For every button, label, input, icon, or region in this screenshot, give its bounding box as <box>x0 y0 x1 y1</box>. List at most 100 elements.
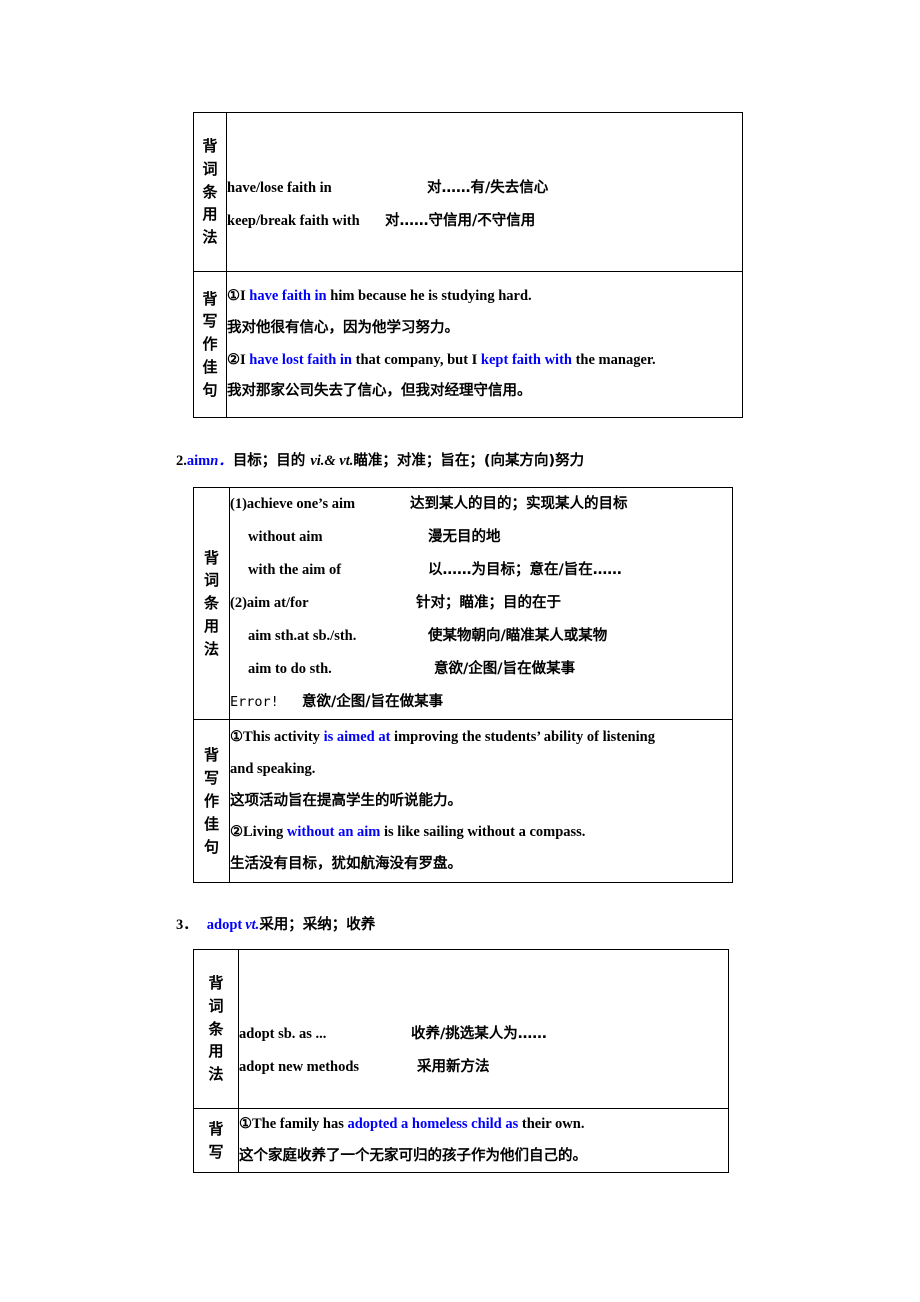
label-char: 词 <box>202 159 218 178</box>
usage-phrase: (1)achieve one’s aim <box>230 496 356 512</box>
heading-number: 3． <box>176 917 198 933</box>
label-char: 词 <box>203 571 219 590</box>
heading-meaning-2: 瞄准；对准；旨在；(向某方向)努力 <box>353 453 585 469</box>
sentences-cell: ①This activity is aimed at improving the… <box>229 719 733 884</box>
usage-phrase: (2)aim at/for <box>230 595 309 612</box>
usage-phrase: adopt new methods <box>239 1059 360 1075</box>
usage-cell: adopt sb. as ... 收养/挑选某人为…… adopt new met… <box>238 949 729 1109</box>
usage-meaning: 收养/挑选某人为…… <box>411 1025 547 1042</box>
label-char: 写 <box>208 1142 224 1161</box>
sentence-post: him because he is studying hard. <box>326 288 532 305</box>
heading-meaning-1: 目标；目的 <box>232 453 306 469</box>
sentence-marker: ① <box>230 729 243 746</box>
document-page: 背 词 条 用 法 have/lose faith in 对……有/失去信心 ke… <box>0 0 920 1302</box>
sentences-cell: ①I have faith in him because he is study… <box>226 271 743 418</box>
usage-line: aim sth.at sb./sth. 使某物朝向/瞄准某人或某物 <box>230 620 732 653</box>
entry-heading-adopt: 3． adopt vt.采用；采纳；收养 <box>176 913 375 934</box>
usage-meaning: 以……为目标；意在/旨在…… <box>428 562 622 579</box>
usage-line: have/lose faith in 对……有/失去信心 <box>227 172 742 205</box>
table-row: 背 写 作 佳 句 ①I have faith in him because h… <box>193 271 743 418</box>
usage-phrase: with the aim of <box>248 562 342 579</box>
heading-word: aim <box>186 453 211 469</box>
table-row: 背 词 条 用 法 (1)achieve one’s aim 达到某人的目的；实现… <box>193 486 733 721</box>
table-row: 背 词 条 用 法 adopt sb. as ... 收养/挑选某人为…… ado… <box>193 949 729 1109</box>
label-char: 佳 <box>203 814 219 833</box>
usage-meaning: 达到某人的目的；实现某人的目标 <box>410 496 628 512</box>
row-label-usage: 背 词 条 用 法 <box>193 112 227 272</box>
sentence-highlight: have faith in <box>249 288 327 305</box>
label-char: 用 <box>202 205 218 224</box>
usage-meaning: 对……有/失去信心 <box>427 179 549 196</box>
usage-phrase: aim to do sth. <box>248 661 332 678</box>
heading-pos: vt. <box>245 917 260 933</box>
heading-pos: n． <box>210 453 233 469</box>
example-translation: 这个家庭收养了一个无家可归的孩子作为他们自己的。 <box>239 1147 587 1164</box>
sentence-highlight: is aimed at <box>323 729 391 746</box>
usage-meaning: 漫无目的地 <box>428 529 501 546</box>
sentence-highlight-2: kept faith with <box>480 351 572 368</box>
word-entry-table-aim: 背 词 条 用 法 (1)achieve one’s aim 达到某人的目的；实现… <box>193 486 733 884</box>
usage-phrase: aim sth.at sb./sth. <box>248 628 357 645</box>
word-entry-table-faith: 背 词 条 用 法 have/lose faith in 对……有/失去信心 ke… <box>193 112 743 418</box>
usage-line: aim to do sth. 意欲/企图/旨在做某事 <box>230 653 732 686</box>
example-sentence: ①I have faith in him because he is study… <box>227 281 742 313</box>
label-char: 条 <box>202 182 218 201</box>
sentence-marker: ② <box>227 351 240 368</box>
sentence-post: the manager. <box>571 351 656 368</box>
sentence-post: their own. <box>518 1116 585 1132</box>
usage-line: with the aim of 以……为目标；意在/旨在…… <box>230 554 732 587</box>
example-translation: 我对那家公司失去了信心，但我对经理守信用。 <box>227 383 532 400</box>
heading-pos-2: vi.& vt. <box>310 453 354 469</box>
word-entry-table-adopt: 背 词 条 用 法 adopt sb. as ... 收养/挑选某人为…… ado… <box>193 949 729 1174</box>
sentence-marker: ① <box>239 1116 252 1132</box>
usage-line: (1)achieve one’s aim 达到某人的目的；实现某人的目标 <box>230 488 732 521</box>
sentence-post: is like sailing without a compass. <box>380 824 586 841</box>
example-translation: 我对他很有信心，因为他学习努力。 <box>227 319 459 336</box>
example-translation: 生活没有目标，犹如航海没有罗盘。 <box>230 855 462 872</box>
label-char: 佳 <box>202 357 218 376</box>
label-char: 写 <box>202 312 218 331</box>
label-char: 句 <box>203 837 219 856</box>
sentence-marker: ① <box>227 288 240 305</box>
table-row: 背 写 ①The family has adopted a homeless c… <box>193 1107 729 1174</box>
sentence-highlight: have lost faith in <box>249 351 352 368</box>
usage-line: keep/break faith with 对……守信用/不守信用 <box>227 205 742 238</box>
usage-phrase: without aim <box>248 529 323 546</box>
example-sentence: ②Living without an aim is like sailing w… <box>230 817 732 849</box>
label-char: 条 <box>203 594 219 613</box>
usage-meaning: 意欲/企图/旨在做某事 <box>434 661 576 678</box>
usage-meaning: 采用新方法 <box>417 1059 490 1075</box>
usage-cell: have/lose faith in 对……有/失去信心 keep/break f… <box>226 112 743 272</box>
label-char: 背 <box>208 974 224 992</box>
example-sentence: ①This activity is aimed at improving the… <box>230 722 732 754</box>
sentence-mid: that company, but I <box>352 351 481 368</box>
usage-phrase: adopt sb. as ... <box>239 1025 327 1042</box>
heading-word: adopt <box>206 917 243 933</box>
label-char: 法 <box>202 228 218 247</box>
heading-number: 2. <box>176 453 187 469</box>
label-char: 条 <box>208 1019 224 1038</box>
label-char: 法 <box>203 639 219 658</box>
row-label-sentences: 背 写 作 佳 句 <box>193 271 227 418</box>
usage-cell: (1)achieve one’s aim 达到某人的目的；实现某人的目标 with… <box>229 486 733 721</box>
usage-meaning: 使某物朝向/瞄准某人或某物 <box>428 628 608 645</box>
label-char: 作 <box>203 791 219 810</box>
label-char: 写 <box>203 769 219 788</box>
example-translation: 这项活动旨在提高学生的听说能力。 <box>230 792 462 809</box>
sentence-highlight: adopted a homeless child as <box>347 1116 519 1132</box>
label-char: 用 <box>203 617 219 636</box>
row-label-usage: 背 词 条 用 法 <box>193 949 239 1109</box>
label-char: 句 <box>202 380 218 399</box>
usage-phrase: have/lose faith in <box>227 179 332 196</box>
row-label-sentences: 背 写 <box>193 1107 239 1174</box>
usage-line: (2)aim at/for 针对；瞄准；目的在于 <box>230 587 732 620</box>
sentence-marker: ② <box>230 824 243 841</box>
usage-line: without aim 漫无目的地 <box>230 521 732 554</box>
usage-meaning: 对……守信用/不守信用 <box>385 213 536 229</box>
label-char: 背 <box>202 289 218 308</box>
sentence-highlight: without an aim <box>286 824 381 841</box>
usage-line-error: Error! 意欲/企图/旨在做某事 <box>230 686 732 719</box>
usage-line: adopt sb. as ... 收养/挑选某人为…… <box>239 1018 728 1051</box>
sentence-pre: The family has <box>252 1116 348 1132</box>
usage-line: adopt new methods 采用新方法 <box>239 1051 728 1084</box>
